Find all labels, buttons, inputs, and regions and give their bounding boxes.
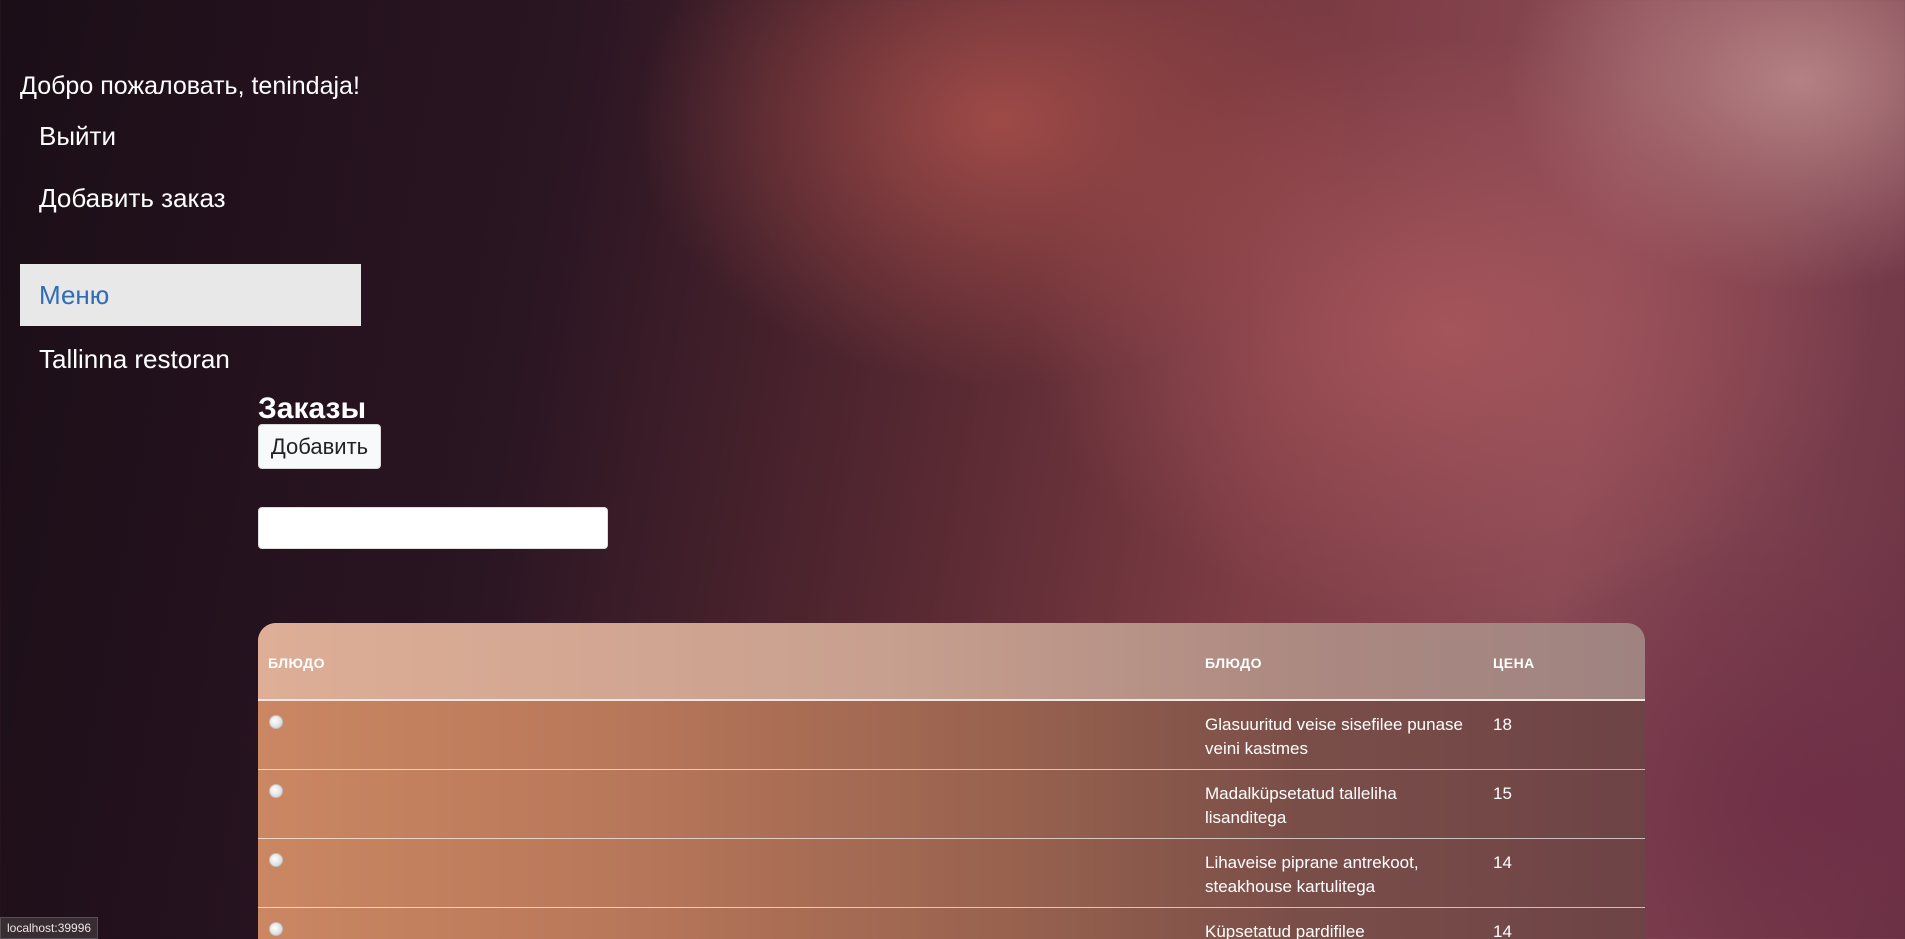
- logout-link[interactable]: Выйти: [39, 120, 116, 152]
- restaurant-link[interactable]: Tallinna restoran: [39, 343, 230, 375]
- table-row: Küpsetatud pardifilee 14: [258, 908, 1645, 939]
- orders-table: БЛЮДО БЛЮДО ЦЕНА Glasuuritud veise sisef…: [258, 623, 1645, 939]
- row-select-radio[interactable]: [269, 715, 283, 729]
- column-header-dish: БЛЮДО: [1205, 655, 1262, 671]
- row-select-radio[interactable]: [269, 922, 283, 936]
- row-dish-name: Küpsetatud pardifilee: [1205, 922, 1365, 939]
- menu-nav-item[interactable]: Меню: [20, 264, 361, 326]
- column-header-price: ЦЕНА: [1493, 655, 1535, 671]
- table-row: Glasuuritud veise sisefilee punase veini…: [258, 701, 1645, 770]
- table-row: Madalküpsetatud talleliha lisanditega 15: [258, 770, 1645, 839]
- column-header-select-dish: БЛЮДО: [268, 655, 325, 671]
- row-dish-name: Lihaveise piprane antrekoot, steakhouse …: [1205, 853, 1419, 896]
- table-row: Lihaveise piprane antrekoot, steakhouse …: [258, 839, 1645, 908]
- search-input[interactable]: [258, 507, 608, 549]
- row-price: 14: [1493, 922, 1512, 939]
- row-price: 14: [1493, 853, 1512, 872]
- table-header: БЛЮДО БЛЮДО ЦЕНА: [258, 623, 1645, 701]
- row-select-radio[interactable]: [269, 853, 283, 867]
- welcome-text: Добро пожаловать, tenindaja!: [20, 72, 360, 100]
- row-dish-name: Madalküpsetatud talleliha lisanditega: [1205, 784, 1397, 827]
- row-price: 18: [1493, 715, 1512, 734]
- add-order-link[interactable]: Добавить заказ: [39, 182, 226, 214]
- row-dish-name: Glasuuritud veise sisefilee punase veini…: [1205, 715, 1463, 758]
- status-bar-url: localhost:39996: [0, 917, 99, 939]
- row-price: 15: [1493, 784, 1512, 803]
- add-button[interactable]: Добавить: [258, 424, 381, 469]
- menu-nav-label: Меню: [39, 280, 110, 310]
- row-select-radio[interactable]: [269, 784, 283, 798]
- page-title: Заказы: [258, 392, 367, 425]
